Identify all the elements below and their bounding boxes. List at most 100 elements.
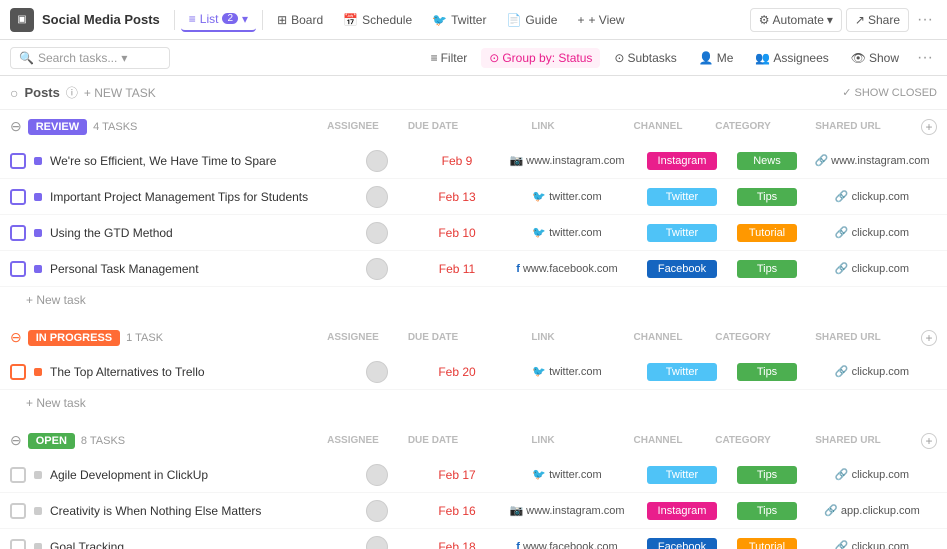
nav-more-icon[interactable]: ···: [913, 11, 937, 29]
avatar[interactable]: [366, 150, 388, 172]
posts-collapse-icon[interactable]: ○: [10, 85, 18, 101]
task-link-text[interactable]: www.instagram.com: [526, 155, 624, 167]
chevron-down-icon: ▾: [242, 12, 248, 26]
search-box[interactable]: 🔍 Search tasks... ▾: [10, 47, 170, 69]
task-checkbox[interactable]: [10, 503, 26, 519]
avatar[interactable]: [366, 464, 388, 486]
task-link-text[interactable]: www.facebook.com: [523, 541, 618, 549]
avatar[interactable]: [366, 536, 388, 549]
task-name[interactable]: Using the GTD Method: [50, 226, 337, 240]
avatar[interactable]: [366, 186, 388, 208]
new-task-ip-button[interactable]: + New task: [0, 390, 947, 420]
share-button[interactable]: ↗ Share: [846, 8, 909, 32]
avatar[interactable]: [366, 222, 388, 244]
show-icon: 👁: [851, 51, 866, 65]
tab-list[interactable]: ≡ List 2 ▾: [181, 8, 256, 32]
task-link-text[interactable]: twitter.com: [549, 227, 602, 239]
avatar[interactable]: [366, 258, 388, 280]
task-checkbox[interactable]: [10, 364, 26, 380]
task-name[interactable]: Goal Tracking: [50, 540, 337, 549]
shared-url-icon: 🔗: [835, 226, 849, 239]
task-due-date: Feb 9: [417, 154, 497, 168]
avatar[interactable]: [366, 361, 388, 383]
shared-url-text[interactable]: clickup.com: [852, 366, 909, 378]
shared-url-text[interactable]: clickup.com: [852, 469, 909, 481]
automate-button[interactable]: ⚙ Automate ▾: [750, 8, 842, 32]
task-name[interactable]: Agile Development in ClickUp: [50, 468, 337, 482]
group-by-button[interactable]: ⊙ Group by: Status: [481, 48, 600, 68]
guide-icon: 📄: [506, 13, 521, 27]
tab-board[interactable]: ⊞ Board: [269, 9, 331, 31]
task-link: 🐦 twitter.com: [497, 365, 637, 378]
task-checkbox[interactable]: [10, 539, 26, 549]
category-badge: Tips: [737, 502, 797, 520]
task-name[interactable]: Creativity is When Nothing Else Matters: [50, 504, 337, 518]
task-name[interactable]: Personal Task Management: [50, 262, 337, 276]
posts-info-icon[interactable]: ⓘ: [66, 84, 78, 101]
col-header-sharedurl-review: SHARED URL: [783, 121, 913, 132]
col-header-assignee-open: ASSIGNEE: [313, 435, 393, 446]
add-column-open-button[interactable]: +: [921, 433, 937, 449]
shared-url-icon: 🔗: [814, 154, 828, 167]
posts-new-task-button[interactable]: + NEW TASK: [84, 86, 156, 100]
task-checkbox[interactable]: [10, 261, 26, 277]
tab-twitter-label: Twitter: [451, 13, 486, 27]
tab-guide[interactable]: 📄 Guide: [498, 9, 565, 31]
shared-url-text[interactable]: clickup.com: [852, 263, 909, 275]
channel-badge: Twitter: [647, 466, 717, 484]
in-progress-collapse-icon[interactable]: ⊖: [10, 329, 22, 346]
shared-url-text[interactable]: clickup.com: [852, 191, 909, 203]
shared-url-text[interactable]: clickup.com: [852, 541, 909, 549]
nav-divider-2: [262, 10, 263, 30]
nav-divider-1: [174, 10, 175, 30]
tab-add-view[interactable]: + + View: [569, 9, 632, 31]
task-color-dot: [34, 507, 42, 515]
category-badge: Tips: [737, 260, 797, 278]
task-checkbox[interactable]: [10, 153, 26, 169]
in-progress-count: 1 TASK: [126, 332, 163, 344]
task-checkbox[interactable]: [10, 189, 26, 205]
task-channel: Twitter: [637, 363, 727, 381]
task-name[interactable]: We're so Efficient, We Have Time to Spar…: [50, 154, 337, 168]
subtasks-button[interactable]: ⊙ Subtasks: [606, 48, 684, 68]
task-due-date: Feb 17: [417, 468, 497, 482]
show-button[interactable]: 👁 Show: [843, 48, 907, 68]
shared-url-text[interactable]: www.instagram.com: [831, 155, 929, 167]
toolbar-more-icon[interactable]: ···: [913, 49, 937, 67]
shared-url-text[interactable]: clickup.com: [852, 227, 909, 239]
task-checkbox[interactable]: [10, 225, 26, 241]
task-link-text[interactable]: www.facebook.com: [523, 263, 618, 275]
task-category: Tips: [727, 260, 807, 278]
tab-schedule[interactable]: 📅 Schedule: [335, 9, 420, 31]
open-collapse-icon[interactable]: ⊖: [10, 432, 22, 449]
shared-url-text[interactable]: app.clickup.com: [841, 505, 920, 517]
task-shared-url: 🔗 clickup.com: [807, 262, 937, 275]
posts-title: Posts: [24, 85, 59, 100]
task-link-text[interactable]: twitter.com: [549, 469, 602, 481]
filter-button[interactable]: ≡ Filter: [423, 48, 476, 68]
task-channel: Instagram: [637, 152, 727, 170]
tab-twitter[interactable]: 🐦 Twitter: [424, 9, 494, 31]
task-category: Tips: [727, 502, 807, 520]
task-link-text[interactable]: twitter.com: [549, 366, 602, 378]
tab-board-label: Board: [291, 13, 323, 27]
task-link-text[interactable]: twitter.com: [549, 191, 602, 203]
task-name[interactable]: The Top Alternatives to Trello: [50, 365, 337, 379]
avatar[interactable]: [366, 500, 388, 522]
task-name[interactable]: Important Project Management Tips for St…: [50, 190, 337, 204]
review-collapse-icon[interactable]: ⊖: [10, 118, 22, 135]
show-closed-button[interactable]: ✓ SHOW CLOSED: [842, 86, 937, 99]
task-checkbox[interactable]: [10, 467, 26, 483]
task-link-text[interactable]: www.instagram.com: [526, 505, 624, 517]
assignees-button[interactable]: 👥 Assignees: [747, 48, 836, 68]
task-category: Tips: [727, 188, 807, 206]
filter-label: Filter: [441, 51, 468, 65]
new-task-review-button[interactable]: + New task: [0, 287, 947, 317]
task-color-dot: [34, 368, 42, 376]
shared-url-icon: 🔗: [835, 190, 849, 203]
add-column-ip-button[interactable]: +: [921, 330, 937, 346]
task-due-date: Feb 16: [417, 504, 497, 518]
add-column-review-button[interactable]: +: [921, 119, 937, 135]
me-button[interactable]: 👤 Me: [691, 48, 742, 68]
task-shared-url: 🔗 clickup.com: [807, 190, 937, 203]
